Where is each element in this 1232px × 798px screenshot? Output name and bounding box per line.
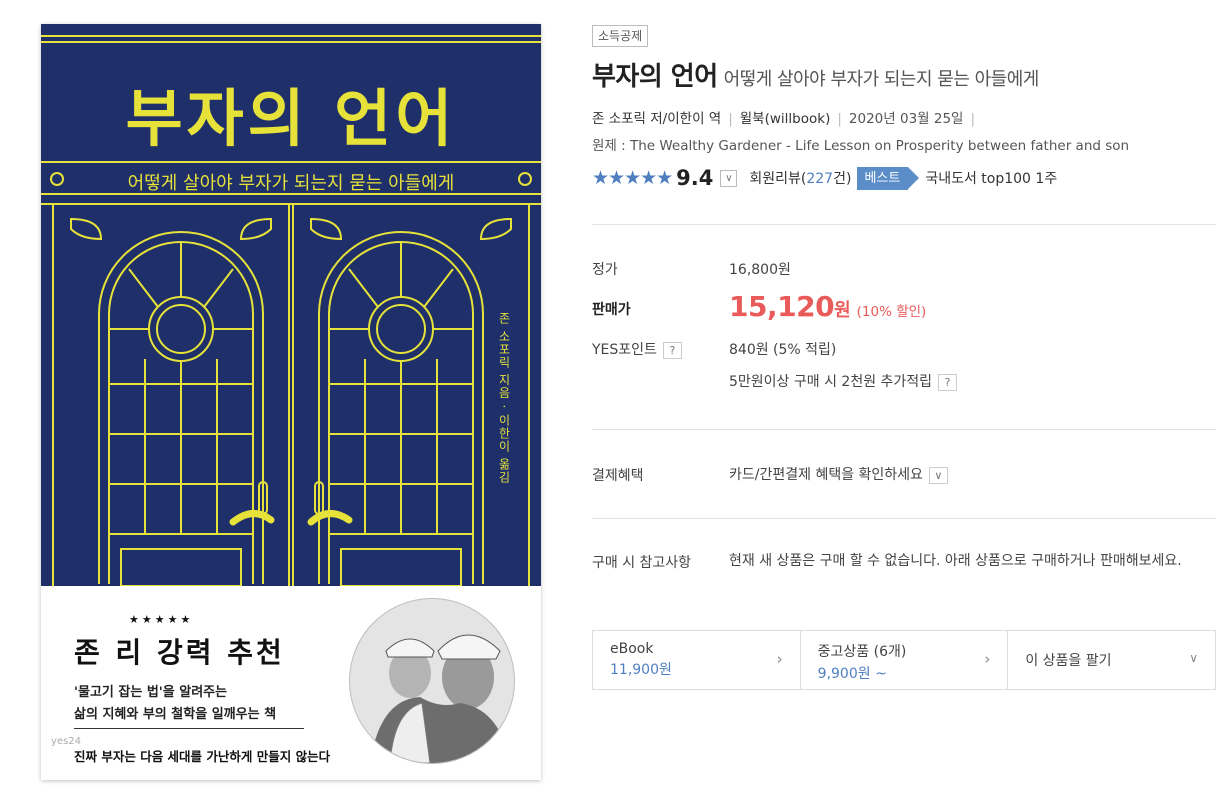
book-meta: 존 소포릭 저/이한이 역 | 윌북(willbook) | 2020년 03월 25일… (592, 107, 982, 127)
review-count: 227 (806, 171, 834, 187)
chevron-down-icon: ∨ (1189, 651, 1199, 665)
cover-photo (349, 598, 515, 764)
purchase-note-text: 현재 새 상품은 구매 할 수 없습니다. 아래 상품으로 구매하거나 판매해보… (729, 553, 1182, 569)
help-icon[interactable]: ? (662, 341, 682, 359)
tab-price: 11,900원 (610, 662, 672, 678)
cover-illustration: 부자의 언어 어떻게 살아야 부자가 되는지 묻는 아들에게 존 소포릭 지음 … (41, 24, 541, 586)
publish-date: 2020년 03월 25일 (848, 111, 964, 127)
cover-recommend-title: 존 리 강력 추천 (74, 636, 285, 669)
book-subtitle: 어떻게 살아야 부자가 되는지 묻는 아들에게 (723, 69, 1040, 90)
cover-stars: ★★★★★ (129, 613, 194, 626)
rating-score: 9.4 (676, 166, 714, 190)
author-link[interactable]: 존 소포릭 저/이한이 역 (592, 111, 721, 127)
review-suffix: 건) (833, 171, 852, 187)
cover-band: ★★★★★ 존 리 강력 추천 '물고기 잡는 법'을 알려주는 삶의 지혜와 … (41, 586, 541, 780)
chevron-right-icon: › (984, 650, 991, 668)
cover-credit: 존 소포릭 지음 · 이한이 옮김 (497, 312, 511, 484)
chevron-right-icon: › (776, 650, 783, 668)
chevron-down-icon[interactable]: ∨ (928, 466, 948, 484)
rank-link[interactable]: 국내도서 top100 1주 (925, 168, 1057, 188)
cover-recommend-line: 삶의 지혜와 부의 철학을 일깨우는 책 (74, 707, 277, 722)
ebook-tab[interactable]: eBook 11,900원 › (593, 631, 801, 689)
divider (592, 224, 1216, 225)
points-extra-text: 5만원이상 구매 시 2천원 추가적립 (729, 374, 933, 390)
purchase-note-label: 구매 시 참고사항 (592, 555, 692, 571)
points-label-text: YES포인트 (592, 342, 657, 358)
book-title: 부자의 언어 (592, 62, 718, 92)
sale-price: 15,120원 (10% 할인) (729, 290, 926, 323)
tab-price: 9,900원 ~ (817, 666, 887, 682)
review-link[interactable]: 회원리뷰(227건) (749, 168, 851, 188)
divider (592, 429, 1216, 430)
cover-divider (74, 728, 304, 729)
used-product-tab[interactable]: 중고상품 (6개) 9,900원 ~ › (801, 631, 1009, 689)
rating-stars: ★★★★★ (592, 167, 673, 189)
points-label: YES포인트? (592, 339, 682, 359)
list-price-value: 16,800원 (729, 262, 791, 278)
chevron-down-icon[interactable]: ∨ (720, 169, 738, 187)
points-extra: 5만원이상 구매 시 2천원 추가적립? (729, 371, 958, 391)
cover-watermark: yes24 (51, 736, 82, 747)
points-value: 840원 (5% 적립) (729, 342, 837, 358)
publisher-link[interactable]: 윌북(willbook) (740, 111, 831, 127)
separator: | (728, 111, 733, 127)
sell-product-tab[interactable]: 이 상품을 팔기 ∨ (1008, 631, 1215, 689)
original-title: 원제 : The Wealthy Gardener - Life Lesson … (592, 138, 1130, 154)
cover-title: 부자의 언어 (125, 82, 457, 155)
separator: | (970, 111, 976, 127)
tab-name: 이 상품을 팔기 (1025, 653, 1112, 669)
payment-benefit[interactable]: 카드/간편결제 혜택을 확인하세요 ∨ (729, 464, 948, 484)
separator: | (837, 111, 842, 127)
alt-purchase-tabs: eBook 11,900원 › 중고상품 (6개) 9,900원 ~ › 이 상… (592, 630, 1216, 690)
sale-price-label: 판매가 (592, 302, 631, 318)
help-icon[interactable]: ? (938, 373, 958, 391)
cover-subtitle: 어떻게 살아야 부자가 되는지 묻는 아들에게 (127, 173, 455, 194)
tab-name: 중고상품 (6개) (817, 644, 907, 660)
payment-benefit-text: 카드/간편결제 혜택을 확인하세요 (729, 467, 923, 483)
cover-tagline: 진짜 부자는 다음 세대를 가난하게 만들지 않는다 (74, 749, 331, 764)
cover-recommend-line: '물고기 잡는 법'을 알려주는 (74, 685, 228, 700)
best-badge: 베스트 (857, 166, 920, 190)
discount-rate: (10% 할인) (856, 304, 927, 320)
review-label: 회원리뷰( (749, 171, 807, 187)
payment-label: 결제혜택 (592, 468, 644, 484)
book-cover-image[interactable]: 부자의 언어 어떻게 살아야 부자가 되는지 묻는 아들에게 존 소포릭 지음 … (41, 24, 541, 780)
tax-deduction-badge: 소득공제 (592, 25, 649, 47)
sale-price-unit: 원 (834, 300, 851, 321)
product-title: 부자의 언어 어떻게 살아야 부자가 되는지 묻는 아들에게 (592, 56, 1039, 93)
sale-price-number: 15,120 (729, 290, 835, 323)
tab-name: eBook (610, 641, 654, 657)
divider (592, 518, 1216, 519)
list-price-label: 정가 (592, 262, 618, 278)
rating-row: ★★★★★ 9.4 ∨ 회원리뷰(227건) 베스트 국내도서 top100 1… (592, 165, 1057, 191)
